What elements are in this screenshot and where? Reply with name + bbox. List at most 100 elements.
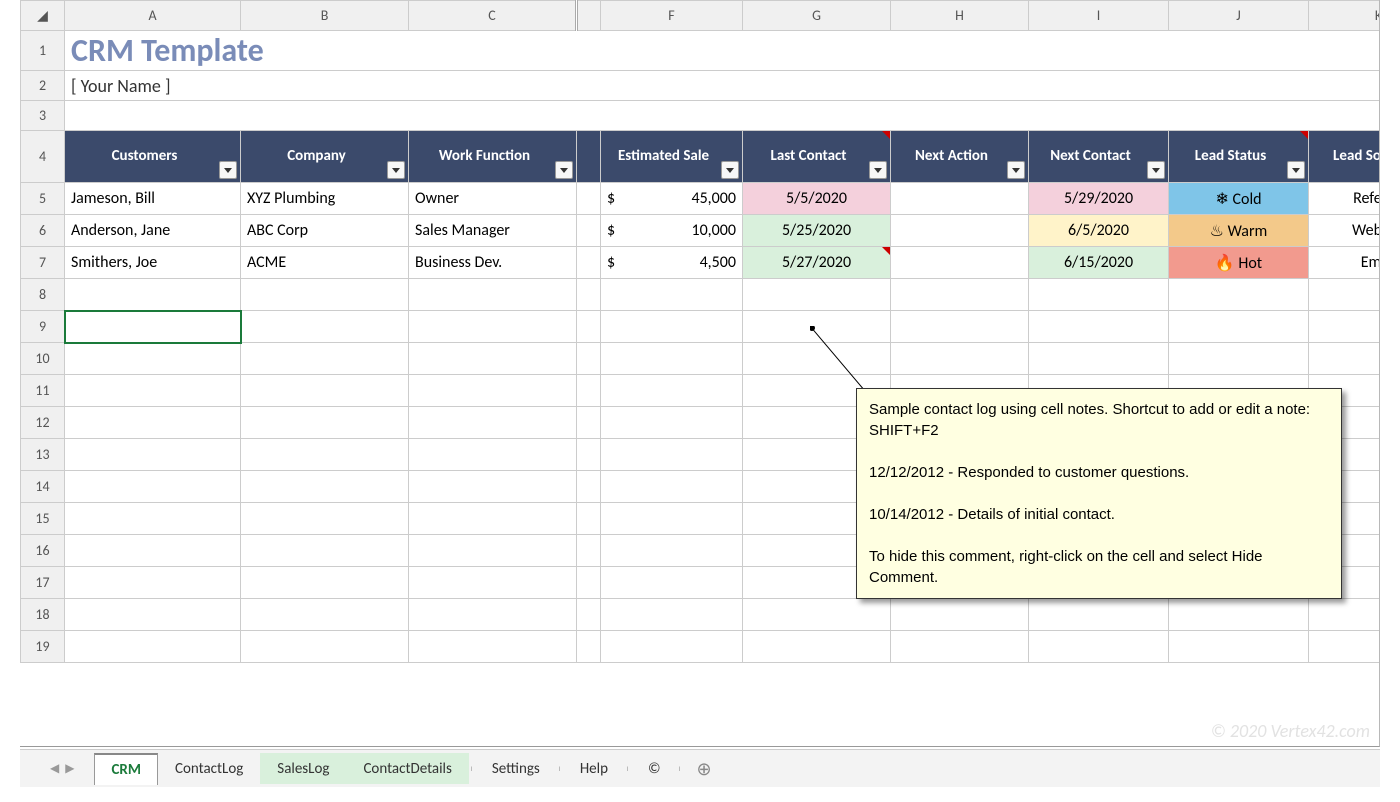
filter-icon[interactable] [387,161,405,179]
filter-icon[interactable] [1147,161,1165,179]
cell-customer[interactable]: Jameson, Bill [65,183,241,215]
empty-cell[interactable] [409,471,577,503]
empty-cell[interactable] [1169,311,1309,343]
empty-cell[interactable] [601,311,743,343]
col-header-K[interactable]: K [1309,1,1381,31]
row-header-18[interactable]: 18 [21,599,65,631]
col-header-B[interactable]: B [241,1,409,31]
col-header-H[interactable]: H [891,1,1029,31]
empty-cell[interactable] [409,311,577,343]
header-estimated-sale[interactable]: Estimated Sale [601,131,743,183]
empty-cell[interactable] [1029,311,1169,343]
row-header-5[interactable]: 5 [21,183,65,215]
header-lead-source[interactable]: Lead Source [1309,131,1381,183]
empty-cell[interactable] [891,631,1029,663]
empty-cell[interactable] [1029,343,1169,375]
cell-next-action[interactable] [891,183,1029,215]
sheet-tab-©[interactable]: © [631,753,678,784]
cell-lead-source[interactable]: Website [1309,215,1381,247]
empty-cell[interactable] [601,407,743,439]
row-header-13[interactable]: 13 [21,439,65,471]
subtitle[interactable]: [ Your Name ] [65,71,1381,101]
cell-last-contact[interactable]: 5/25/2020 [743,215,891,247]
empty-cell[interactable] [65,279,241,311]
empty-cell[interactable] [1309,343,1381,375]
empty-cell[interactable] [241,535,409,567]
cell-company[interactable]: XYZ Plumbing [241,183,409,215]
empty-cell[interactable] [1169,631,1309,663]
cell-lead-status[interactable]: ♨ Warm [1169,215,1309,247]
cell-sale[interactable]: $4,500 [601,247,743,279]
empty-cell[interactable] [577,279,601,311]
empty-row[interactable]: 10 [21,343,1381,375]
cell-function[interactable]: Sales Manager [409,215,577,247]
empty-cell[interactable] [65,439,241,471]
empty-cell[interactable] [65,535,241,567]
col-header-I[interactable]: I [1029,1,1169,31]
row-header-14[interactable]: 14 [21,471,65,503]
empty-row[interactable]: 8 [21,279,1381,311]
empty-cell[interactable] [601,567,743,599]
row-header-9[interactable]: 9 [21,311,65,343]
select-all-corner[interactable]: ◢ [21,1,65,31]
empty-cell[interactable] [891,599,1029,631]
cell-next-contact[interactable]: 6/15/2020 [1029,247,1169,279]
cell-lead-status[interactable]: ❄ Cold [1169,183,1309,215]
cell-next-action[interactable] [891,215,1029,247]
empty-cell[interactable] [409,631,577,663]
empty-cell[interactable] [241,279,409,311]
sheet-tab-crm[interactable]: CRM [94,753,158,785]
empty-cell[interactable] [65,567,241,599]
sheet-tab-contactdetails[interactable]: ContactDetails [346,753,468,784]
empty-cell[interactable] [577,567,601,599]
row-header-1[interactable]: 1 [21,31,65,71]
table-row[interactable]: 6 Anderson, Jane ABC Corp Sales Manager … [21,215,1381,247]
empty-cell[interactable] [1309,311,1381,343]
filter-icon[interactable] [1287,161,1305,179]
empty-cell[interactable] [577,503,601,535]
cell-company[interactable]: ABC Corp [241,215,409,247]
empty-cell[interactable] [409,375,577,407]
empty-cell[interactable] [601,279,743,311]
cell-customer[interactable]: Smithers, Joe [65,247,241,279]
page-title[interactable]: CRM Template [65,31,1381,71]
header-next-contact[interactable]: Next Contact [1029,131,1169,183]
add-sheet-button[interactable]: ⊕ [683,755,724,782]
filter-icon[interactable] [869,161,887,179]
col-header-G[interactable]: G [743,1,891,31]
empty-cell[interactable] [601,439,743,471]
empty-cell[interactable] [65,599,241,631]
sheet-tab-saleslog[interactable]: SalesLog [260,753,346,784]
empty-cell[interactable] [65,503,241,535]
row-header-2[interactable]: 2 [21,71,65,101]
cell-next-action[interactable] [891,247,1029,279]
empty-cell[interactable] [241,599,409,631]
empty-cell[interactable] [577,631,601,663]
empty-cell[interactable] [409,407,577,439]
empty-cell[interactable] [577,535,601,567]
cell-sale[interactable]: $45,000 [601,183,743,215]
header-customers[interactable]: Customers [65,131,241,183]
empty-cell[interactable] [1029,631,1169,663]
filter-icon[interactable] [555,161,573,179]
cell-sale[interactable]: $10,000 [601,215,743,247]
row-header-19[interactable]: 19 [21,631,65,663]
empty-cell[interactable] [65,375,241,407]
empty-cell[interactable] [1309,631,1381,663]
empty-cell[interactable] [409,343,577,375]
empty-cell[interactable] [743,631,891,663]
empty-cell[interactable] [1029,599,1169,631]
empty-cell[interactable] [601,535,743,567]
row-header-17[interactable]: 17 [21,567,65,599]
row-header-16[interactable]: 16 [21,535,65,567]
header-next-action[interactable]: Next Action [891,131,1029,183]
empty-cell[interactable] [241,375,409,407]
empty-cell[interactable] [601,343,743,375]
sheet-tab-help[interactable]: Help [563,753,625,784]
empty-cell[interactable] [891,343,1029,375]
empty-cell[interactable] [241,567,409,599]
empty-cell[interactable] [1029,279,1169,311]
blank-row[interactable] [65,101,1381,131]
cell-next-contact[interactable]: 6/5/2020 [1029,215,1169,247]
row-header-4[interactable]: 4 [21,131,65,183]
